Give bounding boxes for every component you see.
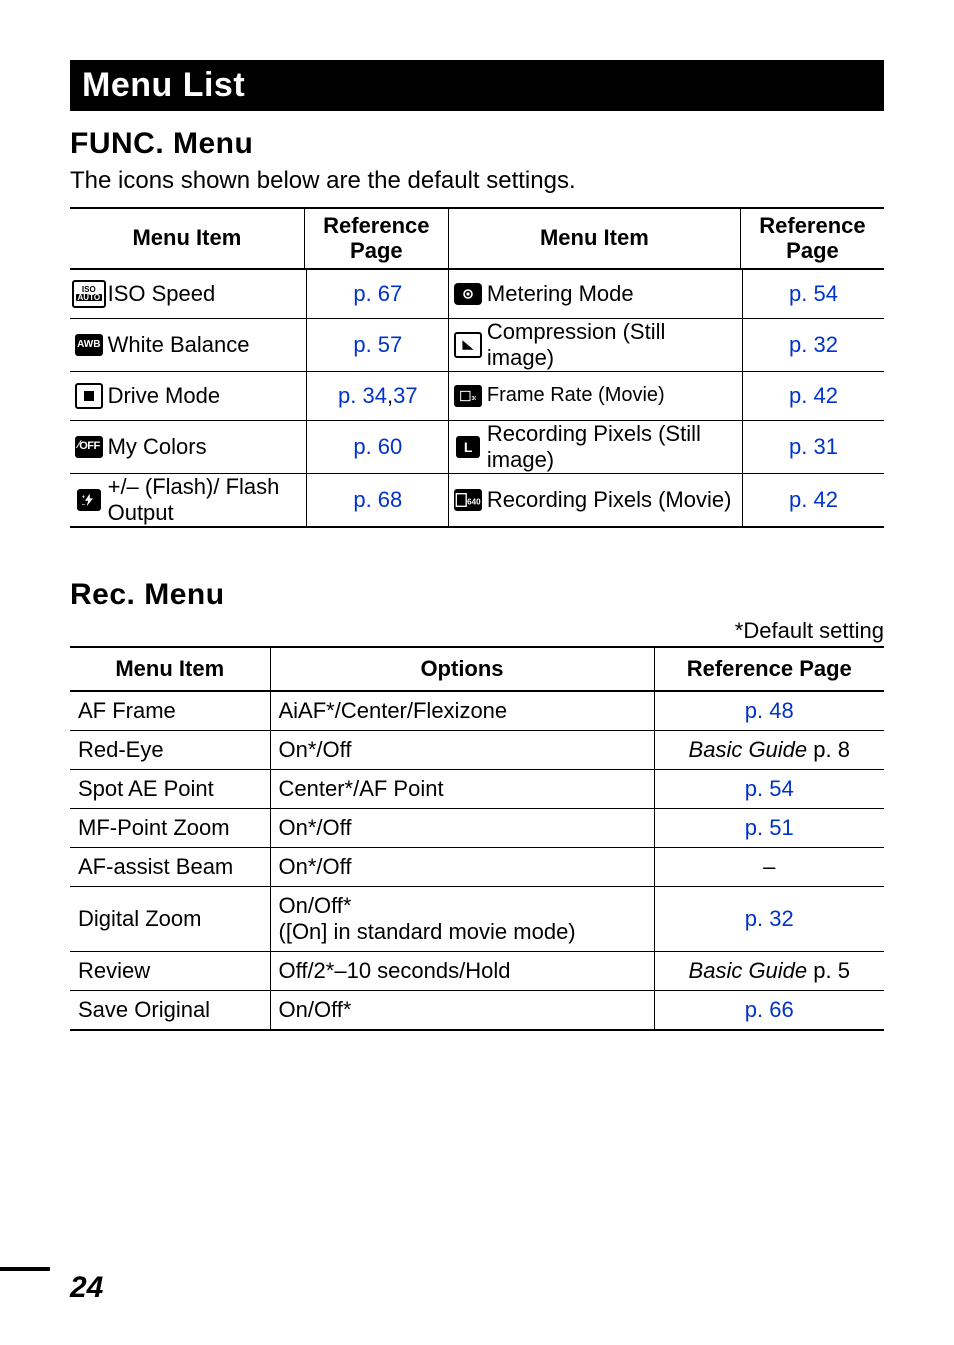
- page: Menu List FUNC. Menu The icons shown bel…: [0, 0, 954, 1345]
- rec-options: Off/2*–10 seconds/Hold: [270, 951, 654, 990]
- awb-icon: AWB: [70, 319, 108, 371]
- func-ref[interactable]: p. 68: [306, 474, 449, 526]
- func-row: +− +/– (Flash)/ Flash Output p. 68 640 R…: [70, 474, 884, 528]
- func-header-item-right: Menu Item: [449, 209, 740, 268]
- rec-item: Save Original: [70, 990, 270, 1030]
- func-header-ref-right: Reference Page: [740, 209, 884, 268]
- rec-item: Spot AE Point: [70, 769, 270, 808]
- rec-ref: Basic Guide p. 8: [654, 730, 884, 769]
- rec-options: Center*/AF Point: [270, 769, 654, 808]
- func-row: Drive Mode p. 34, 37 30 Frame Rate (Movi…: [70, 372, 884, 421]
- rec-item: AF-assist Beam: [70, 847, 270, 886]
- page-title: Menu List: [82, 66, 245, 104]
- func-item-label: Drive Mode: [108, 372, 307, 420]
- table-row: Digital ZoomOn/Off* ([On] in standard mo…: [70, 886, 884, 951]
- table-row: Save OriginalOn/Off*p. 66: [70, 990, 884, 1030]
- svg-text:+: +: [82, 494, 86, 500]
- compression-icon: [449, 319, 487, 371]
- flash-output-icon: +−: [70, 474, 108, 526]
- rec-ref[interactable]: p. 66: [654, 990, 884, 1030]
- func-header-ref-left: Reference Page: [304, 209, 449, 268]
- func-item-label: ISO Speed: [108, 270, 307, 318]
- table-row: ReviewOff/2*–10 seconds/HoldBasic Guide …: [70, 951, 884, 990]
- rec-header-ref: Reference Page: [654, 647, 884, 691]
- func-item-label: Metering Mode: [487, 270, 742, 318]
- svg-text:−: −: [82, 502, 86, 508]
- iso-auto-icon: ISOAUTO: [70, 270, 108, 318]
- rec-header-options: Options: [270, 647, 654, 691]
- func-header-item-left: Menu Item: [70, 209, 304, 268]
- func-header-row: Menu Item Reference Page Menu Item Refer…: [70, 209, 884, 270]
- func-ref[interactable]: p. 54: [742, 270, 884, 318]
- func-ref[interactable]: p. 31: [742, 421, 884, 473]
- rec-item: MF-Point Zoom: [70, 808, 270, 847]
- svg-text:640: 640: [467, 497, 481, 506]
- func-ref[interactable]: p. 42: [742, 474, 884, 526]
- table-row: Spot AE PointCenter*/AF Pointp. 54: [70, 769, 884, 808]
- recording-pixels-still-icon: L: [449, 421, 487, 473]
- func-item-label: Recording Pixels (Still image): [487, 421, 742, 473]
- rec-options: AiAF*/Center/Flexizone: [270, 691, 654, 731]
- rec-options: On/Off* ([On] in standard movie mode): [270, 886, 654, 951]
- func-ref[interactable]: p. 60: [306, 421, 449, 473]
- rec-ref[interactable]: p. 32: [654, 886, 884, 951]
- rec-options: On/Off*: [270, 990, 654, 1030]
- rec-ref: Basic Guide p. 5: [654, 951, 884, 990]
- page-number: 24: [70, 1271, 103, 1305]
- func-row: ∕OFF My Colors p. 60 L Recording Pixels …: [70, 421, 884, 474]
- rec-table: Menu Item Options Reference Page AF Fram…: [70, 646, 884, 1031]
- func-item-label: Frame Rate (Movie): [487, 372, 742, 420]
- func-item-label: +/– (Flash)/ Flash Output: [108, 474, 307, 526]
- func-item-label: White Balance: [108, 319, 307, 371]
- rec-ref[interactable]: p. 48: [654, 691, 884, 731]
- func-table: Menu Item Reference Page Menu Item Refer…: [70, 207, 884, 528]
- func-row: AWB White Balance p. 57 Compression (Sti…: [70, 319, 884, 372]
- table-row: Red-EyeOn*/OffBasic Guide p. 8: [70, 730, 884, 769]
- default-setting-note: *Default setting: [70, 618, 884, 644]
- table-row: AF-assist BeamOn*/Off–: [70, 847, 884, 886]
- func-item-label: Recording Pixels (Movie): [487, 474, 742, 526]
- func-ref[interactable]: p. 34, 37: [306, 372, 449, 420]
- func-row: ISOAUTO ISO Speed p. 67 Metering Mode p.…: [70, 270, 884, 319]
- rec-item: AF Frame: [70, 691, 270, 731]
- page-title-bar: Menu List: [70, 60, 884, 111]
- metering-icon: [449, 270, 487, 318]
- rec-heading: Rec. Menu: [70, 578, 884, 612]
- rec-options: On*/Off: [270, 847, 654, 886]
- drive-single-icon: [70, 372, 108, 420]
- rec-header-item: Menu Item: [70, 647, 270, 691]
- func-note: The icons shown below are the default se…: [70, 167, 884, 195]
- func-item-label: My Colors: [108, 421, 307, 473]
- table-row: AF FrameAiAF*/Center/Flexizonep. 48: [70, 691, 884, 731]
- rec-ref[interactable]: p. 54: [654, 769, 884, 808]
- rec-options: On*/Off: [270, 730, 654, 769]
- rec-header-row: Menu Item Options Reference Page: [70, 647, 884, 691]
- my-colors-off-icon: ∕OFF: [70, 421, 108, 473]
- rec-ref: –: [654, 847, 884, 886]
- func-ref[interactable]: p. 57: [306, 319, 449, 371]
- func-heading: FUNC. Menu: [70, 127, 884, 161]
- func-ref[interactable]: p. 67: [306, 270, 449, 318]
- func-ref[interactable]: p. 32: [742, 319, 884, 371]
- rec-item: Red-Eye: [70, 730, 270, 769]
- rec-item: Review: [70, 951, 270, 990]
- rec-item: Digital Zoom: [70, 886, 270, 951]
- svg-text:30: 30: [471, 396, 476, 402]
- func-item-label: Compression (Still image): [487, 319, 742, 371]
- table-row: MF-Point ZoomOn*/Offp. 51: [70, 808, 884, 847]
- rec-options: On*/Off: [270, 808, 654, 847]
- func-ref[interactable]: p. 42: [742, 372, 884, 420]
- rec-ref[interactable]: p. 51: [654, 808, 884, 847]
- frame-rate-icon: 30: [449, 372, 487, 420]
- recording-pixels-movie-icon: 640: [449, 474, 487, 526]
